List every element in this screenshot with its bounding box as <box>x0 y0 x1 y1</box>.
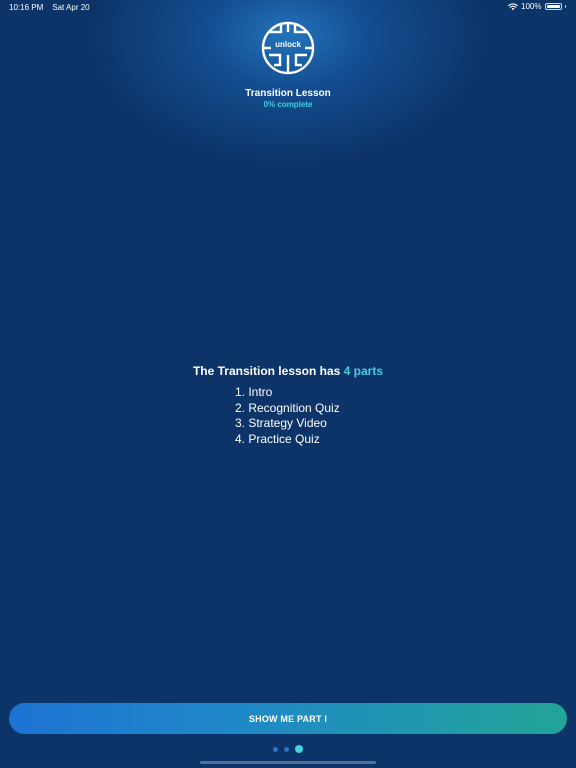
summary-prefix: The Transition lesson has <box>192 364 344 378</box>
lesson-progress: 0% complete <box>263 100 313 109</box>
page-indicator <box>0 745 576 753</box>
home-indicator[interactable] <box>200 761 376 764</box>
part-item-strategy-video: 3. Strategy Video <box>235 416 327 430</box>
page-dot-1[interactable] <box>273 746 278 752</box>
lesson-intro-screen: 10:16 PM Sat Apr 20 100% unlock Transiti… <box>0 0 576 768</box>
status-time: 10:16 PM <box>9 3 44 12</box>
battery-cap <box>564 5 566 8</box>
page-dot-2[interactable] <box>284 746 289 752</box>
wifi-icon <box>508 3 518 10</box>
parts-count: 4 parts <box>343 364 384 378</box>
lesson-summary: The Transition lesson has 4 parts <box>0 364 576 378</box>
part-item-recognition-quiz: 2. Recognition Quiz <box>235 400 340 415</box>
show-me-part-button[interactable]: SHOW ME PART I <box>9 703 567 734</box>
battery-icon <box>544 3 562 10</box>
status-left: 10:16 PM Sat Apr 20 <box>9 3 90 12</box>
status-bar: 10:16 PM Sat Apr 20 100% <box>0 0 576 14</box>
battery-fill <box>546 5 560 8</box>
unlock-logo: unlock <box>261 21 315 75</box>
status-right: 100% <box>508 2 566 11</box>
status-date: Sat Apr 20 <box>52 3 90 12</box>
logo-text: unlock <box>275 40 301 49</box>
page-dot-3-active[interactable] <box>295 745 303 753</box>
battery-percent: 100% <box>521 2 542 11</box>
lesson-title: Transition Lesson <box>245 88 331 99</box>
parts-list: 1. Intro 2. Recognition Quiz 3. Strategy… <box>235 385 340 447</box>
part-item-intro: 1. Intro <box>235 385 273 399</box>
part-item-practice-quiz: 4. Practice Quiz <box>235 431 320 446</box>
